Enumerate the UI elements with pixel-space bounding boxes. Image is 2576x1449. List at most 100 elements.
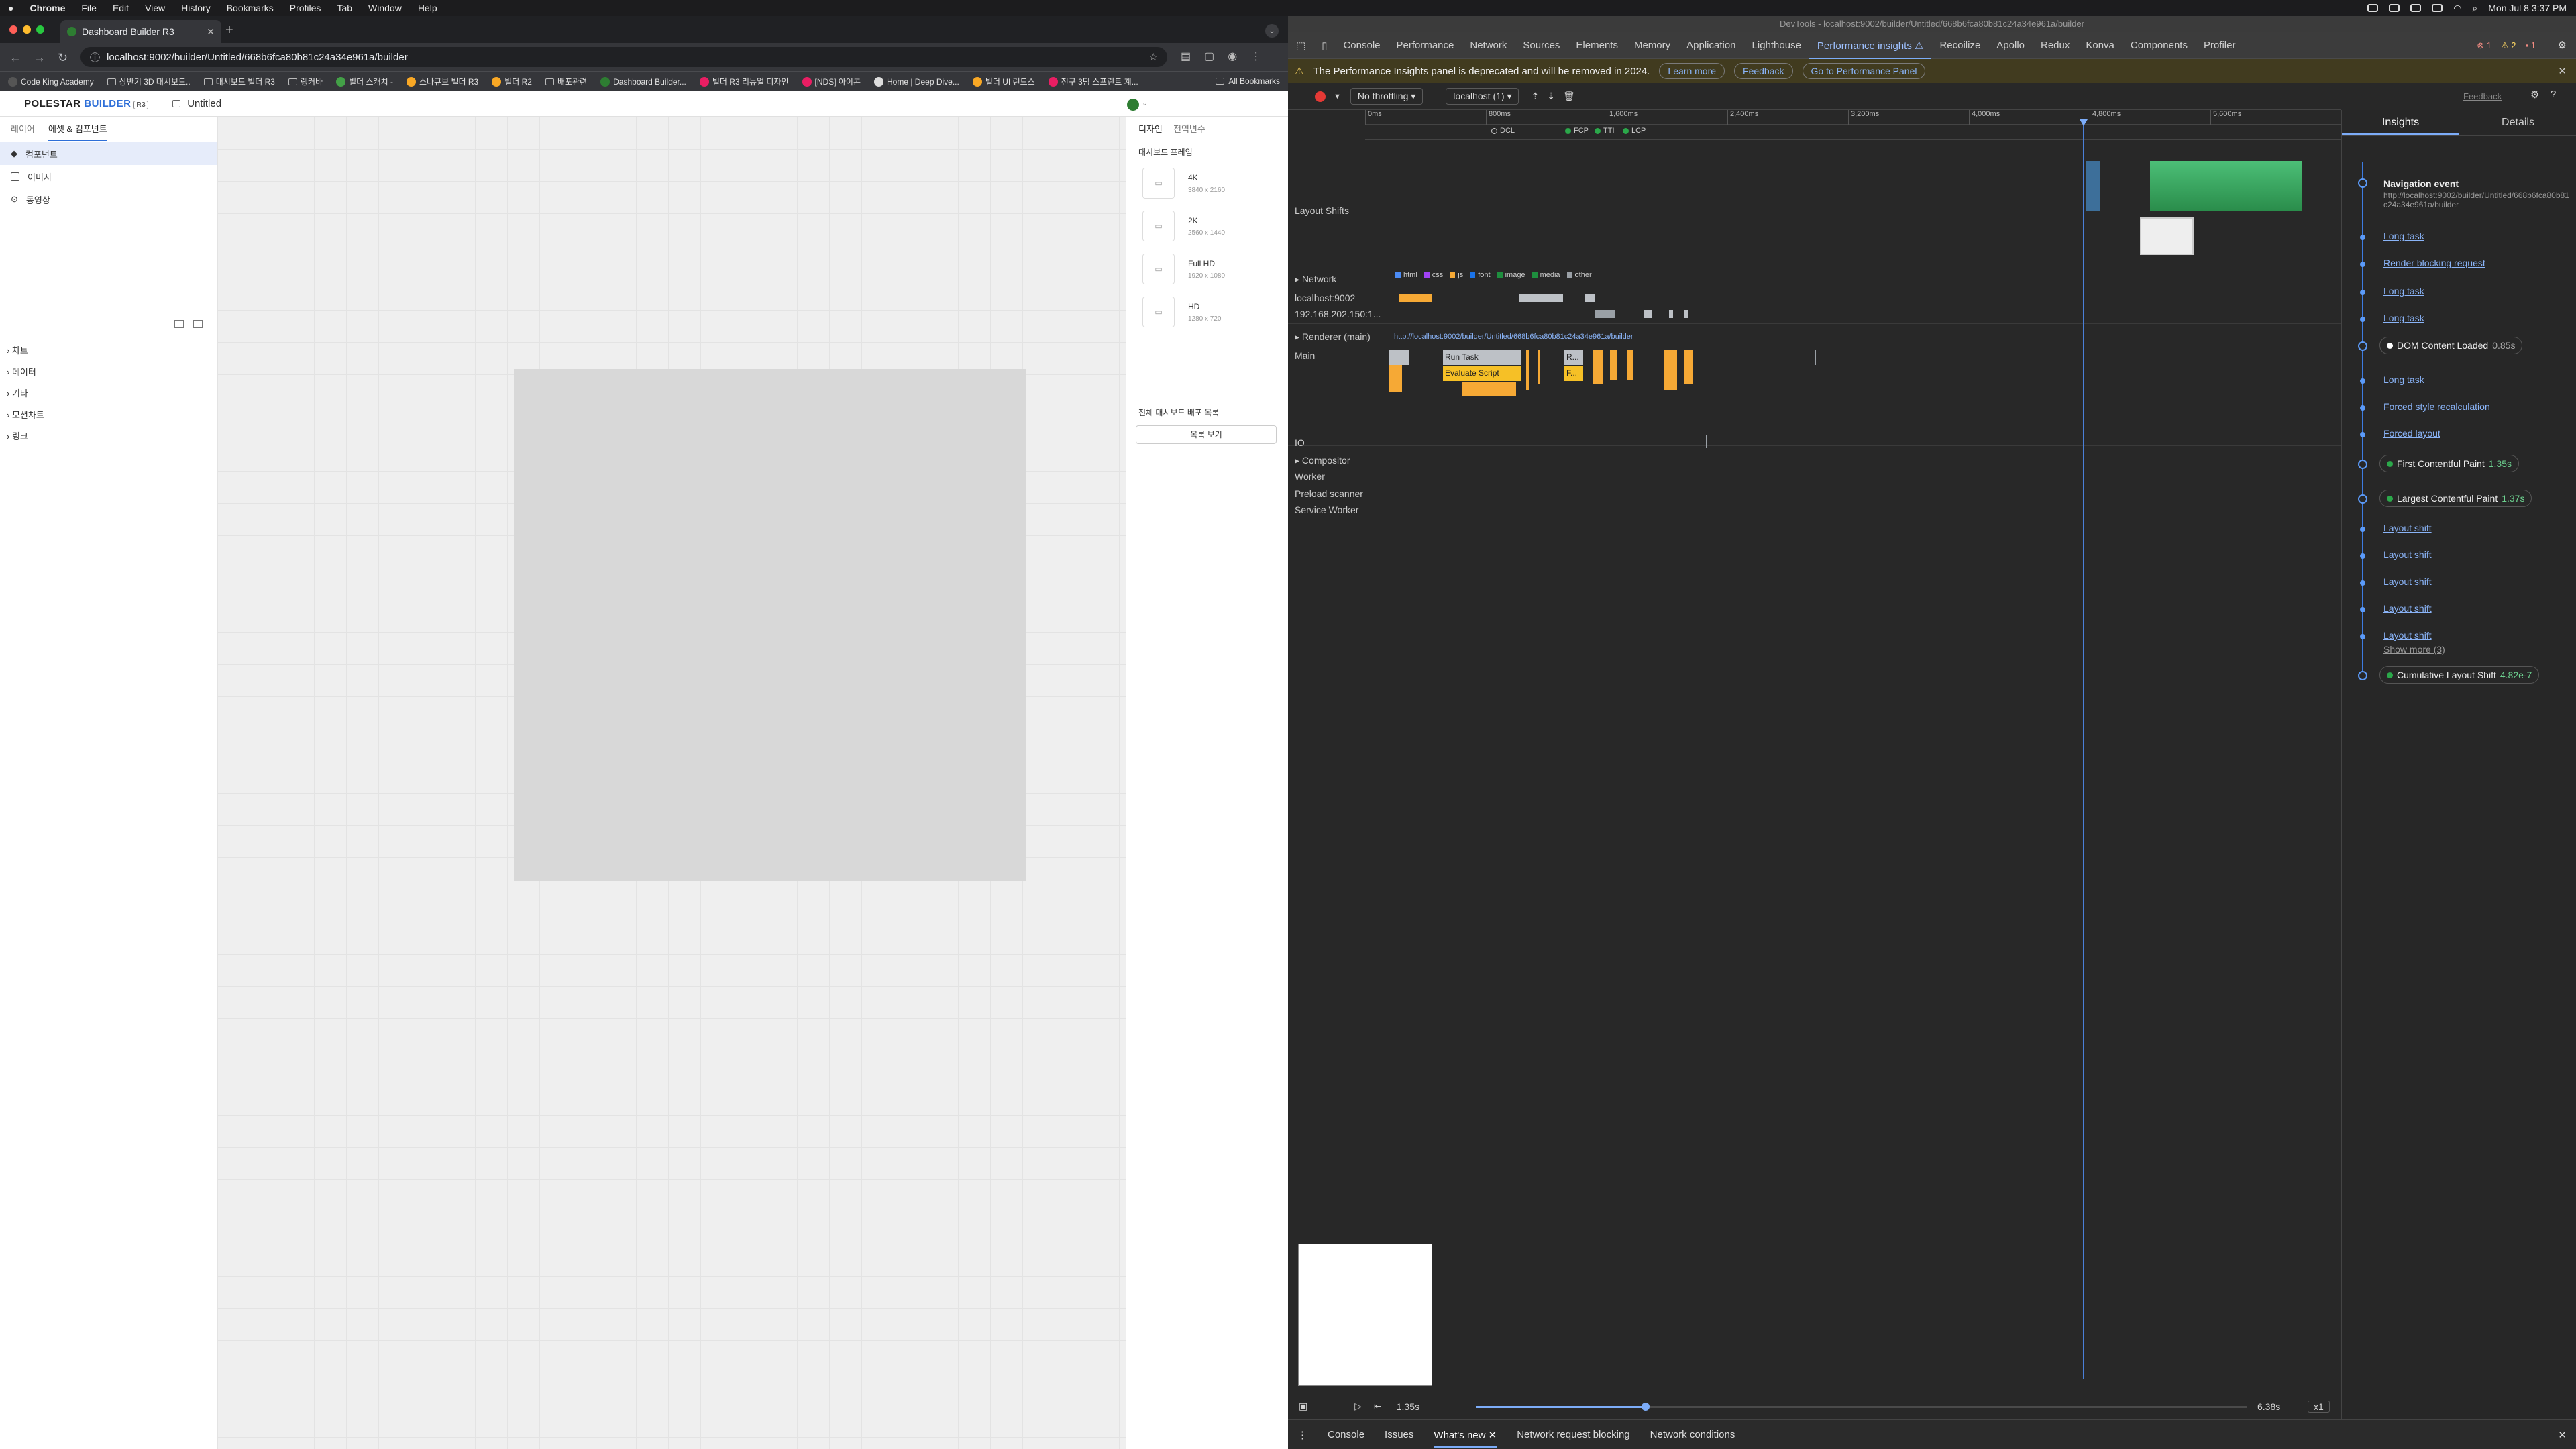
menu-history[interactable]: History <box>173 3 219 13</box>
artboard[interactable] <box>514 369 1026 881</box>
apple-icon[interactable]: ● <box>0 3 21 13</box>
menubar-clock[interactable]: Mon Jul 8 3:37 PM <box>2488 3 2567 13</box>
tab-profiler[interactable]: Profiler <box>2196 40 2244 51</box>
settings-icon[interactable]: ⚙ <box>2530 89 2539 101</box>
tab-components[interactable]: Components <box>2123 40 2196 51</box>
grid-view-icon[interactable] <box>174 320 184 328</box>
close-drawer-icon[interactable]: ✕ <box>2558 1429 2576 1441</box>
play-icon[interactable]: ▷ <box>1354 1401 1362 1412</box>
view-list-button[interactable]: 목록 보기 <box>1136 425 1277 444</box>
target-select[interactable]: localhost (1) ▾ <box>1446 88 1519 105</box>
insight-layout-shift[interactable]: Layout shift <box>2383 523 2432 533</box>
track-main[interactable]: Main <box>1295 350 1315 361</box>
flame-task[interactable] <box>1815 350 1816 365</box>
insight-dcl[interactable]: DOM Content Loaded 0.85s <box>2379 337 2523 354</box>
menu-help[interactable]: Help <box>410 3 445 13</box>
bookmark-item[interactable]: 소나큐브 빌더 R3 <box>406 76 478 87</box>
bookmark-item[interactable]: 빌더 스캐치 - <box>336 76 393 87</box>
layout-shift-marker[interactable] <box>2086 161 2100 211</box>
network-row-host[interactable]: localhost:9002 <box>1295 292 1355 303</box>
bookmark-folder[interactable]: 배포관련 <box>545 76 587 87</box>
track-service-worker[interactable]: Service Worker <box>1295 504 1358 515</box>
close-window-button[interactable] <box>9 25 17 34</box>
marker-tti[interactable]: TTI <box>1595 127 1615 135</box>
go-to-performance-button[interactable]: Go to Performance Panel <box>1802 63 1926 79</box>
zoom-window-button[interactable] <box>36 25 44 34</box>
list-view-icon[interactable] <box>193 320 203 328</box>
drawer-menu-icon[interactable]: ⋮ <box>1297 1429 1307 1441</box>
address-bar[interactable]: ⓘ localhost:9002/builder/Untitled/668b6f… <box>80 47 1167 67</box>
track-renderer[interactable]: ▸ Renderer (main) <box>1295 331 1371 343</box>
flame-task[interactable] <box>1627 350 1633 380</box>
insight-forced-layout[interactable]: Forced layout <box>2383 428 2440 439</box>
insight-cls[interactable]: Cumulative Layout Shift 4.82e-7 <box>2379 666 2540 684</box>
downloads-icon[interactable]: ▢ <box>1204 50 1214 63</box>
learn-more-button[interactable]: Learn more <box>1659 63 1725 79</box>
tab-layers[interactable]: 레이어 <box>11 122 35 135</box>
feedback-button[interactable]: Feedback <box>1734 63 1793 79</box>
insight-forced-recalc[interactable]: Forced style recalculation <box>2383 401 2490 412</box>
insight-layout-shift[interactable]: Layout shift <box>2383 549 2432 560</box>
flame-task[interactable] <box>1664 350 1677 390</box>
insight-long-task[interactable]: Long task <box>2383 313 2424 323</box>
marker-fcp[interactable]: FCP <box>1565 127 1589 135</box>
tab-redux[interactable]: Redux <box>2033 40 2078 51</box>
insight-long-task[interactable]: Long task <box>2383 286 2424 297</box>
search-icon[interactable]: ⌕ <box>2472 3 2477 14</box>
flame-evaluate-script[interactable]: Evaluate Script <box>1443 366 1521 381</box>
playhead-handle[interactable] <box>2080 119 2088 126</box>
tab-memory[interactable]: Memory <box>1626 40 1678 51</box>
reload-icon[interactable]: ↻ <box>58 51 68 65</box>
tab-apollo[interactable]: Apollo <box>1988 40 2033 51</box>
network-request-bar[interactable] <box>1669 310 1673 318</box>
bookmark-item[interactable]: Code King Academy <box>8 76 94 87</box>
tab-performance[interactable]: Performance <box>1389 40 1462 51</box>
layout-shift-thumbnail[interactable] <box>2140 217 2194 255</box>
network-request-bar[interactable] <box>1595 310 1615 318</box>
drawer-tab-whats-new[interactable]: What's new ✕ <box>1434 1422 1497 1448</box>
flame-task[interactable] <box>1526 350 1529 390</box>
status-icon[interactable] <box>2367 4 2379 12</box>
show-more-link[interactable]: Show more (3) <box>2383 644 2445 655</box>
skip-start-icon[interactable]: ⇤ <box>1374 1401 1382 1412</box>
bookmark-item[interactable]: 전구 3팀 스프린트 계... <box>1048 76 1138 87</box>
tab-recoilize[interactable]: Recoilize <box>1931 40 1988 51</box>
insight-long-task[interactable]: Long task <box>2383 374 2424 385</box>
extension-icon[interactable]: ▤ <box>1181 50 1191 63</box>
tab-konva[interactable]: Konva <box>2078 40 2123 51</box>
flame-task[interactable] <box>1389 350 1409 365</box>
track-io[interactable]: IO <box>1295 437 1305 448</box>
flame-task[interactable]: R... <box>1564 350 1583 365</box>
settings-gear-icon[interactable]: ⚙ <box>2558 39 2567 51</box>
tab-design[interactable]: 디자인 <box>1138 122 1163 135</box>
back-icon[interactable]: ← <box>9 51 21 65</box>
bookmark-item[interactable]: Dashboard Builder... <box>600 76 686 87</box>
preset-2k[interactable]: ▭ 2K 2560 x 1440 <box>1136 207 1278 246</box>
tab-console[interactable]: Console <box>1335 40 1388 51</box>
bookmark-folder[interactable]: 랭커바 <box>288 76 323 87</box>
playhead[interactable] <box>2083 125 2084 1379</box>
filmstrip-icon[interactable]: ▣ <box>1299 1401 1307 1412</box>
browser-tab[interactable]: Dashboard Builder R3 ✕ <box>60 20 221 43</box>
scrubber-handle[interactable] <box>1642 1403 1650 1411</box>
insight-fcp[interactable]: First Contentful Paint 1.35s <box>2379 455 2519 472</box>
group-other[interactable]: › 기타 <box>7 386 28 399</box>
network-request-bar[interactable] <box>1684 310 1688 318</box>
all-bookmarks-button[interactable]: All Bookmarks <box>1216 76 1280 86</box>
drawer-tab-issues[interactable]: Issues <box>1385 1429 1413 1440</box>
insight-layout-shift[interactable]: Layout shift <box>2383 603 2432 614</box>
status-icon[interactable] <box>2389 4 2400 12</box>
network-request-bar[interactable] <box>1519 294 1563 302</box>
track-layout-shifts[interactable]: Layout Shifts <box>1295 205 1349 216</box>
menu-tab[interactable]: Tab <box>329 3 360 13</box>
drawer-tab-network-conditions[interactable]: Network conditions <box>1650 1429 1735 1440</box>
preset-hd[interactable]: ▭ HD 1280 x 720 <box>1136 292 1278 331</box>
insight-render-blocking[interactable]: Render blocking request <box>2383 258 2485 268</box>
minimize-window-button[interactable] <box>23 25 31 34</box>
menu-app[interactable]: Chrome <box>21 3 73 13</box>
more-menu-icon[interactable]: ⋮ <box>1250 50 1261 63</box>
bookmark-folder[interactable]: 대시보드 빌더 R3 <box>203 76 275 87</box>
tab-insights[interactable]: Insights <box>2342 110 2459 135</box>
forward-icon[interactable]: → <box>34 51 46 65</box>
track-preload-scanner[interactable]: Preload scanner <box>1295 488 1363 499</box>
